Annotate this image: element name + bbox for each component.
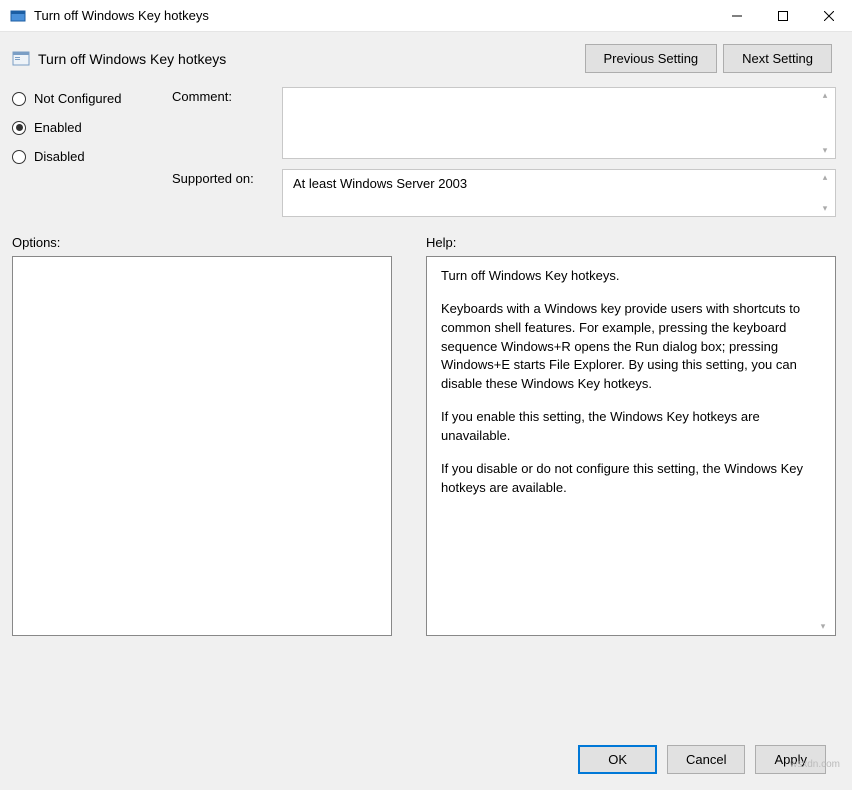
- help-text: Turn off Windows Key hotkeys.: [441, 267, 821, 286]
- radio-enabled[interactable]: Enabled: [12, 120, 148, 135]
- window-controls: [714, 0, 852, 31]
- help-text: Keyboards with a Windows key provide use…: [441, 300, 821, 394]
- radio-label: Enabled: [34, 120, 82, 135]
- title-bar: Turn off Windows Key hotkeys: [0, 0, 852, 32]
- options-label: Options:: [12, 235, 392, 250]
- radio-icon: [12, 121, 26, 135]
- radio-label: Disabled: [34, 149, 85, 164]
- options-panel: [12, 256, 392, 636]
- page-title: Turn off Windows Key hotkeys: [38, 51, 577, 67]
- policy-icon: [12, 50, 30, 68]
- help-panel: Turn off Windows Key hotkeys. Keyboards …: [426, 256, 836, 636]
- minimize-button[interactable]: [714, 0, 760, 31]
- cancel-button[interactable]: Cancel: [667, 745, 745, 774]
- comment-label: Comment:: [172, 87, 272, 104]
- radio-label: Not Configured: [34, 91, 121, 106]
- comment-input[interactable]: ▴ ▾: [282, 87, 836, 159]
- apply-button[interactable]: Apply: [755, 745, 826, 774]
- scroll-up-icon: ▴: [819, 90, 831, 101]
- close-button[interactable]: [806, 0, 852, 31]
- radio-icon: [12, 92, 26, 106]
- window-icon: [10, 8, 26, 24]
- dialog-footer: OK Cancel Apply: [12, 731, 836, 790]
- state-radio-group: Not Configured Enabled Disabled: [12, 87, 148, 217]
- scroll-down-icon: ▾: [817, 620, 829, 633]
- radio-not-configured[interactable]: Not Configured: [12, 91, 148, 106]
- scroll-down-icon: ▾: [819, 203, 831, 214]
- supported-on-input[interactable]: At least Windows Server 2003 ▴ ▾: [282, 169, 836, 217]
- help-text: If you disable or do not configure this …: [441, 460, 821, 498]
- help-text: If you enable this setting, the Windows …: [441, 408, 821, 446]
- scroll-down-icon: ▾: [819, 145, 831, 156]
- radio-disabled[interactable]: Disabled: [12, 149, 148, 164]
- previous-setting-button[interactable]: Previous Setting: [585, 44, 718, 73]
- window-title: Turn off Windows Key hotkeys: [34, 8, 714, 23]
- scroll-up-icon: ▴: [819, 172, 831, 183]
- supported-on-value: At least Windows Server 2003: [293, 176, 467, 191]
- help-label: Help:: [426, 235, 456, 250]
- radio-icon: [12, 150, 26, 164]
- maximize-button[interactable]: [760, 0, 806, 31]
- next-setting-button[interactable]: Next Setting: [723, 44, 832, 73]
- ok-button[interactable]: OK: [578, 745, 657, 774]
- supported-on-label: Supported on:: [172, 169, 272, 186]
